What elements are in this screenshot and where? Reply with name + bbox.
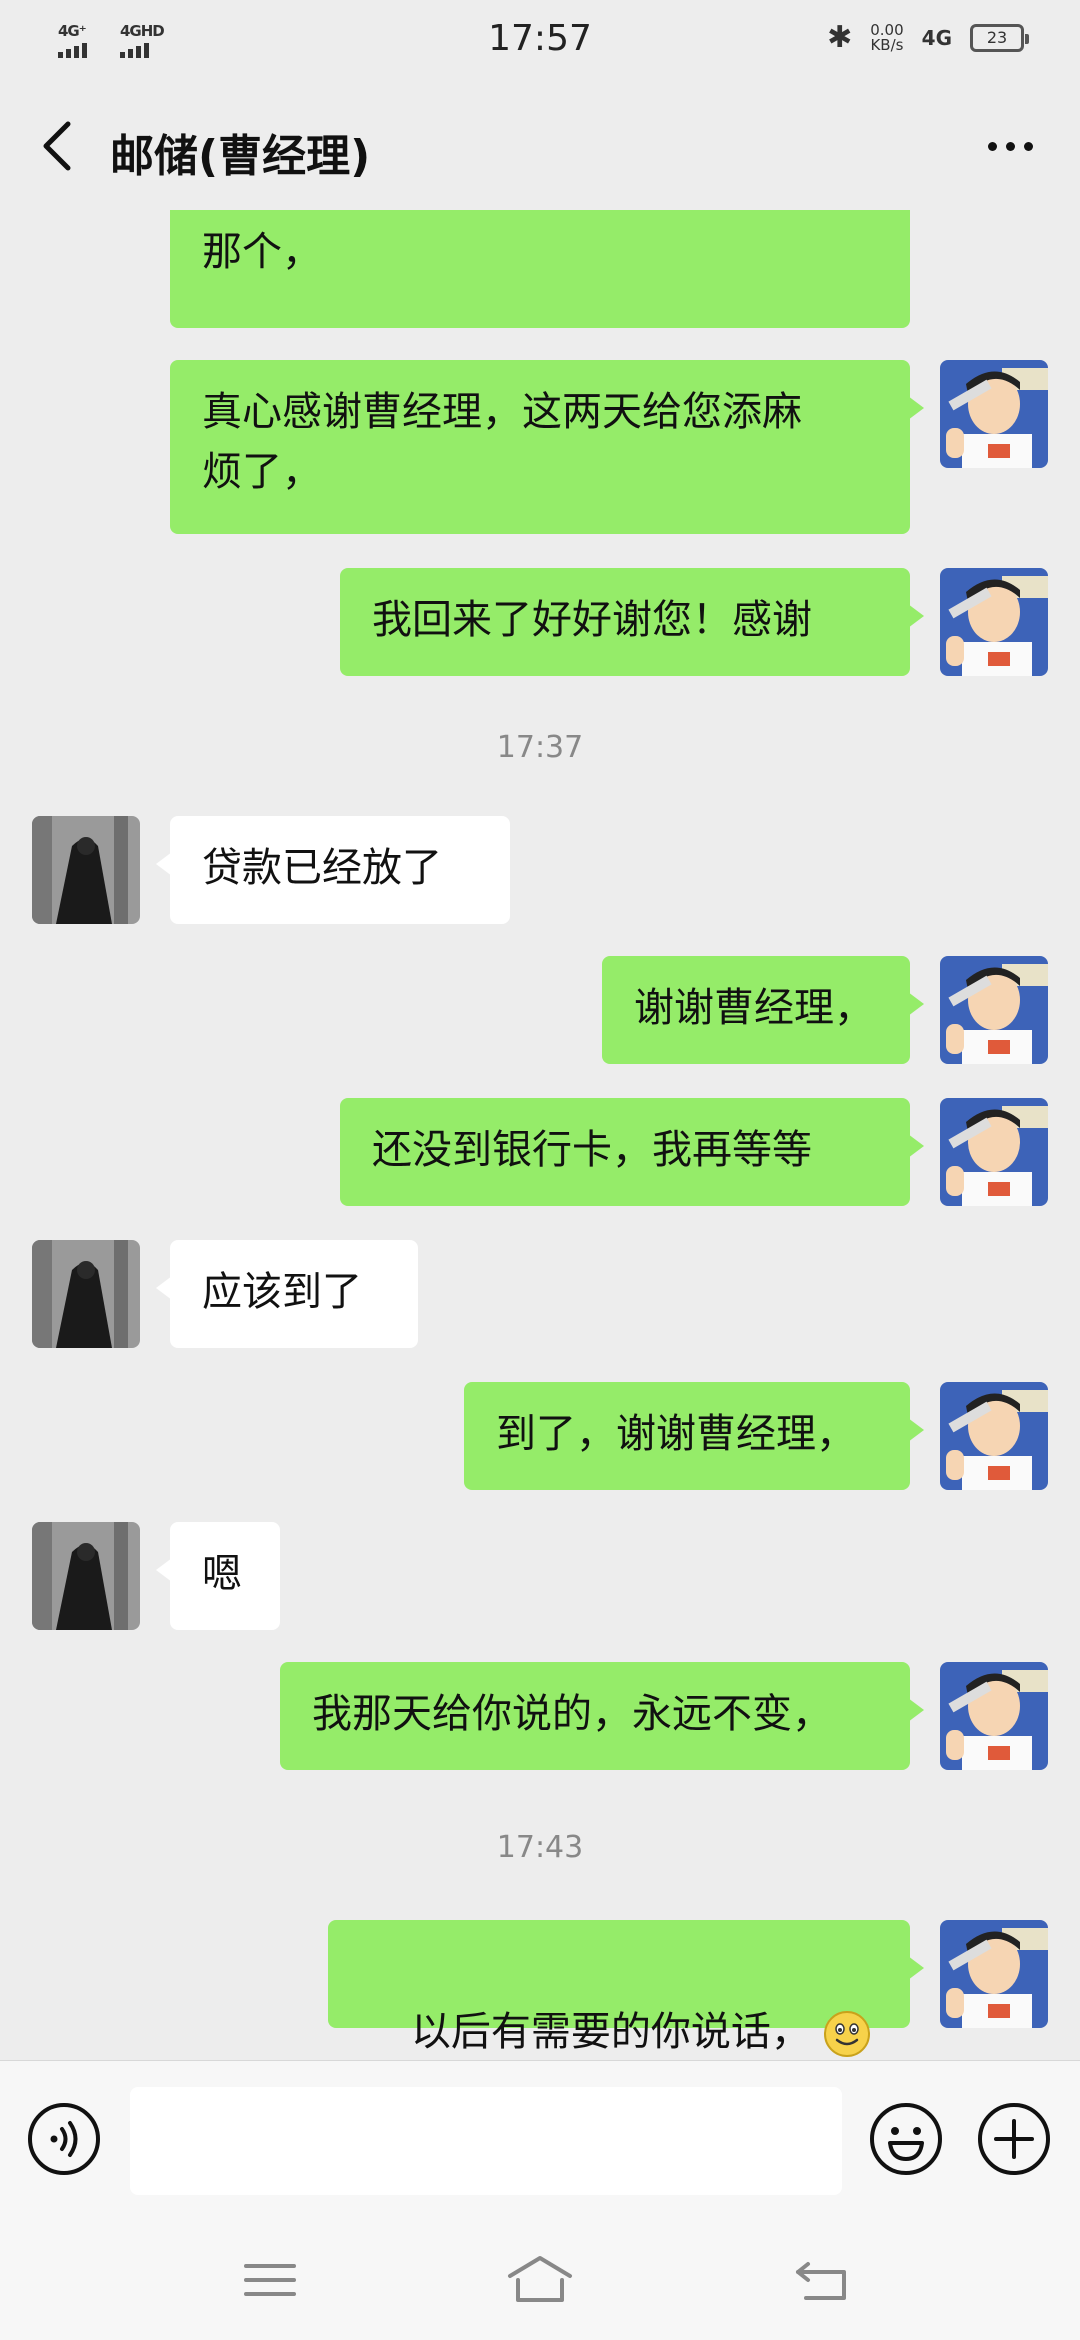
emoji-icon[interactable]: [868, 2101, 944, 2177]
my-avatar[interactable]: [940, 1098, 1048, 1206]
contact-avatar[interactable]: [32, 816, 140, 924]
network-speed: 0.00 KB/s: [870, 22, 904, 54]
chat-title: 邮储(曹经理): [110, 131, 371, 182]
message-bubble-me[interactable]: 还没到银行卡，我再等等: [340, 1098, 924, 1206]
timestamp: 17:37: [496, 730, 584, 765]
message-bubble-me[interactable]: 真心感谢曹经理，这两天给您添麻 烦了，: [170, 360, 924, 534]
voice-icon[interactable]: [26, 2101, 102, 2177]
my-avatar[interactable]: [940, 360, 1048, 468]
my-avatar[interactable]: [940, 1662, 1048, 1770]
menu-icon[interactable]: [230, 2250, 310, 2310]
timestamp: 17:43: [496, 1830, 584, 1865]
message-bubble-me[interactable]: 谢谢曹经理，: [602, 956, 924, 1064]
battery-icon: 23: [970, 23, 1029, 52]
message-bubble-other[interactable]: 应该到了: [156, 1240, 418, 1348]
contact-avatar[interactable]: [32, 1522, 140, 1630]
system-nav-bar: [0, 2220, 1080, 2340]
message-bubble-other[interactable]: 嗯: [156, 1522, 280, 1630]
more-options-icon[interactable]: [980, 126, 1040, 166]
chat-header: 邮储(曹经理): [0, 84, 1080, 210]
message-bubble-me[interactable]: 我回来了好好谢您！感谢: [340, 568, 924, 676]
my-avatar[interactable]: [940, 956, 1048, 1064]
home-icon[interactable]: [500, 2250, 580, 2310]
plus-icon[interactable]: [976, 2101, 1052, 2177]
message-bubble-me[interactable]: 回来了我你办信用卡和那个收款的 那个，: [170, 210, 910, 328]
network-type: 4G: [921, 25, 952, 50]
my-avatar[interactable]: [940, 1920, 1048, 2028]
message-text: 以后有需要的你说话，: [410, 2009, 811, 2055]
message-list[interactable]: 回来了我你办信用卡和那个收款的 那个， 真心感谢曹经理，这两天给您添麻 烦了， …: [0, 210, 1080, 2060]
contact-avatar[interactable]: [32, 1240, 140, 1348]
status-bar: 4G⁺ 4GHD 17:57 ✱ 0.00 KB/s 4G 23: [0, 0, 1080, 84]
message-input[interactable]: [130, 2087, 842, 2195]
message-bubble-me[interactable]: 到了，谢谢曹经理，: [464, 1382, 924, 1490]
my-avatar[interactable]: [940, 1382, 1048, 1490]
message-bubble-me[interactable]: 以后有需要的你说话，: [328, 1920, 924, 2057]
back-icon[interactable]: [784, 2250, 864, 2310]
input-bar: [0, 2060, 1080, 2221]
message-bubble-other[interactable]: 贷款已经放了: [156, 816, 510, 924]
back-arrow-icon[interactable]: [38, 118, 78, 174]
my-avatar[interactable]: [940, 568, 1048, 676]
network-speed-unit: KB/s: [870, 35, 904, 54]
battery-level: 23: [986, 27, 1008, 47]
message-bubble-me[interactable]: 我那天给你说的，永远不变，: [280, 1662, 924, 1770]
bluetooth-icon: ✱: [827, 20, 853, 55]
smile-emoji-icon: [823, 2011, 870, 2057]
